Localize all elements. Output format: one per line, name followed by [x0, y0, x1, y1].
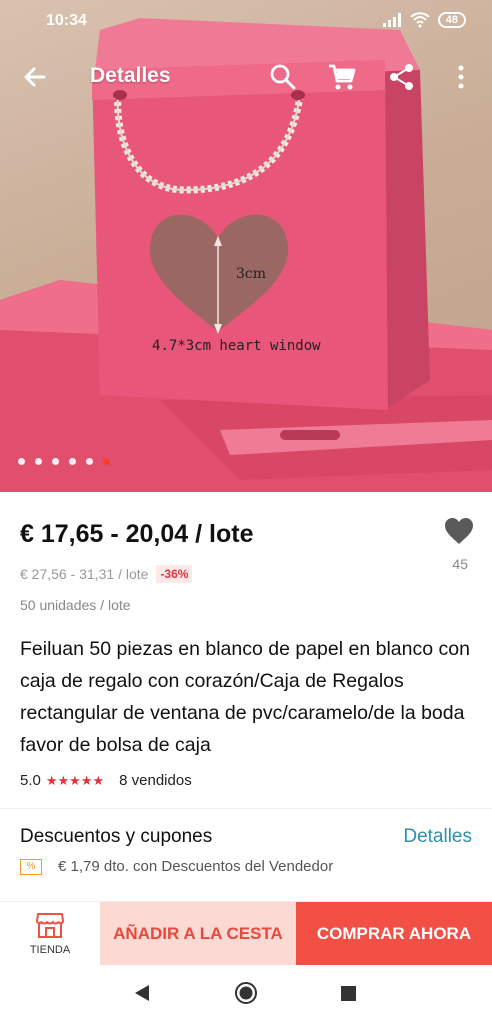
store-button[interactable]: TIENDA: [0, 902, 100, 966]
rating-stars: ★★★★★: [45, 772, 105, 788]
product-price: € 17,65 - 20,04 / lote: [20, 520, 254, 548]
top-toolbar: Detalles: [0, 48, 492, 104]
store-label: TIENDA: [29, 944, 71, 956]
sold-count: 8 vendidos: [119, 772, 192, 789]
lot-units: 50 unidades / lote: [20, 597, 131, 613]
page-title: Detalles: [90, 64, 171, 87]
dimension-label: 3cm: [236, 266, 266, 282]
original-price: € 27,56 - 31,31 / lote: [20, 566, 149, 582]
discounts-details-link[interactable]: Detalles: [403, 826, 472, 848]
seller-discount-row[interactable]: % € 1,79 dto. con Descuentos del Vendedo…: [20, 858, 333, 875]
percent-icon: %: [20, 858, 42, 875]
wishlist-count: 45: [452, 556, 468, 572]
product-title: Feiluan 50 piezas en blanco de papel en …: [20, 638, 470, 756]
discounts-title: Descuentos y cupones: [20, 826, 213, 847]
carousel-dot[interactable]: [86, 458, 93, 465]
more-options-icon[interactable]: [446, 62, 476, 92]
nav-recents-icon[interactable]: [341, 986, 356, 1001]
carousel-indicator: [18, 458, 110, 465]
divider: [0, 808, 492, 809]
carousel-dot[interactable]: [18, 458, 25, 465]
share-icon[interactable]: [387, 62, 417, 92]
nav-back-icon[interactable]: [133, 983, 151, 1003]
heart-wishlist-icon[interactable]: [444, 517, 474, 545]
carousel-dot[interactable]: [52, 458, 59, 465]
signal-icon: [382, 13, 401, 27]
nav-home-icon[interactable]: [234, 981, 258, 1005]
buy-now-button[interactable]: COMPRAR AHORA: [296, 902, 492, 966]
system-nav-bar: [0, 965, 492, 1024]
search-icon[interactable]: [268, 62, 298, 92]
wifi-icon: [410, 12, 430, 28]
seller-discount-text: € 1,79 dto. con Descuentos del Vendedor: [58, 858, 334, 875]
battery-icon: 48: [437, 12, 466, 28]
carousel-dot[interactable]: [69, 458, 76, 465]
status-bar: 10:34 48: [0, 0, 492, 44]
window-label: 4.7*3cm heart window: [152, 338, 321, 354]
cart-icon[interactable]: [327, 62, 357, 92]
rating-value: 5.0: [20, 772, 41, 789]
rating-row[interactable]: 5.0 ★★★★★ 8 vendidos: [20, 772, 192, 789]
store-icon: [36, 913, 64, 938]
original-price-row: € 27,56 - 31,31 / lote -36%: [20, 565, 193, 583]
back-arrow-icon[interactable]: [20, 62, 50, 92]
bottom-action-bar: TIENDA AÑADIR A LA CESTA COMPRAR AHORA: [0, 901, 492, 966]
carousel-dot-active[interactable]: [103, 458, 110, 465]
discount-badge: -36%: [156, 565, 193, 583]
carousel-dot[interactable]: [35, 458, 42, 465]
add-to-cart-button[interactable]: AÑADIR A LA CESTA: [100, 902, 296, 966]
clock: 10:34: [46, 12, 87, 29]
